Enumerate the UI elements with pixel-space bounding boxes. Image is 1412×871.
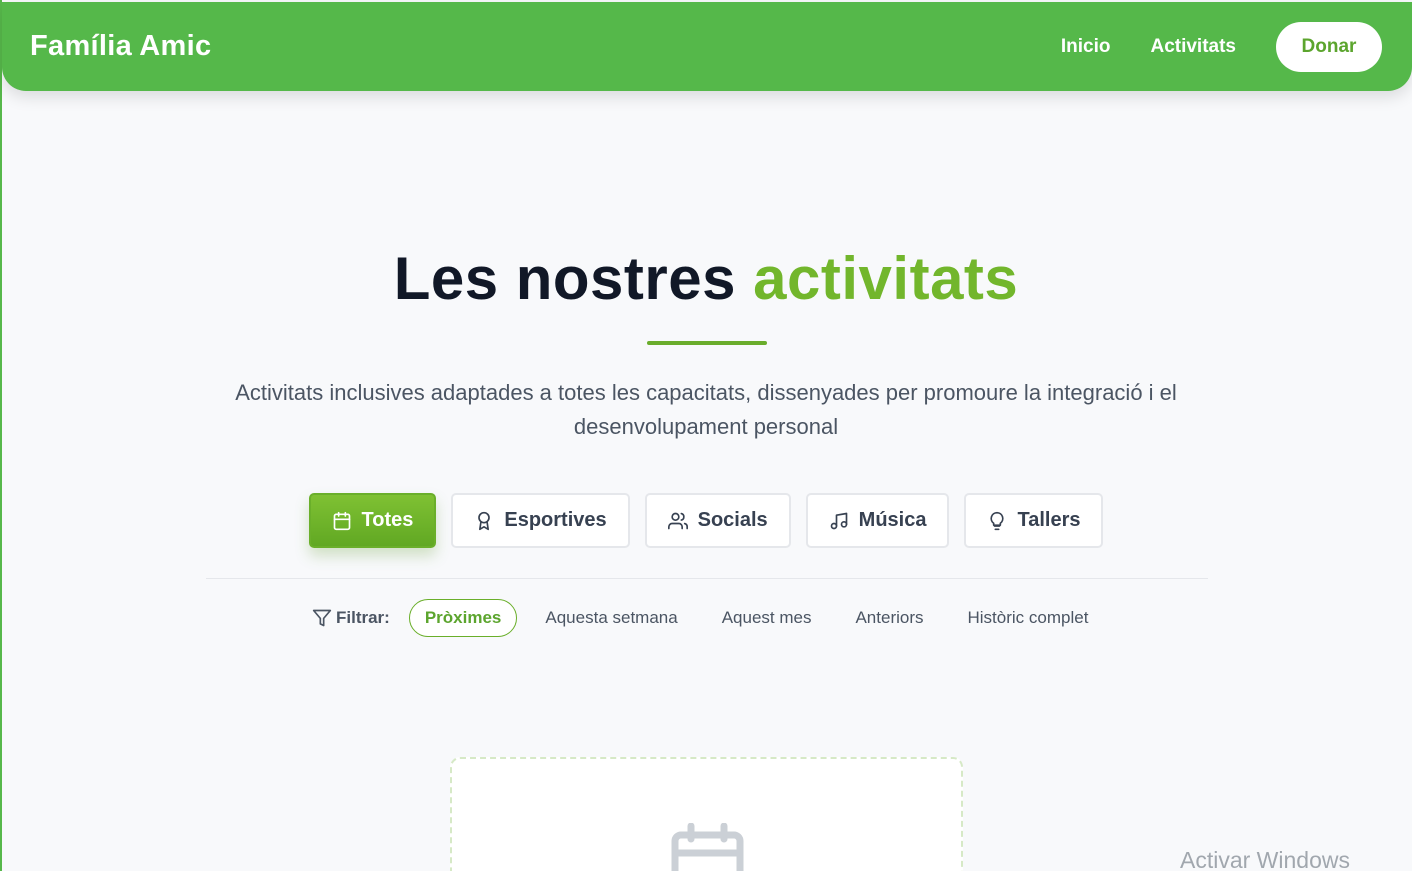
lightbulb-icon <box>990 511 1005 530</box>
category-tabs: Totes Esportives Socials Música Tallers <box>0 493 1412 548</box>
empty-state-card <box>450 757 963 871</box>
donate-button[interactable]: Donar <box>1276 21 1382 72</box>
category-tab-label: Socials <box>697 509 768 531</box>
nav-link-activitats[interactable]: Activitats <box>1150 36 1236 58</box>
award-icon <box>478 511 491 530</box>
filter-chip-aquest-mes[interactable]: Aquest mes <box>706 599 828 637</box>
calendar-icon <box>671 823 744 871</box>
category-tab-esportives[interactable]: Esportives <box>451 493 630 548</box>
category-tab-label: Tallers <box>1017 509 1081 531</box>
filter-chip-aquesta-setmana[interactable]: Aquesta setmana <box>529 599 693 637</box>
filter-label: Filtrar: <box>312 608 390 628</box>
filter-chip-proximes[interactable]: Pròximes <box>408 599 518 637</box>
time-filter-bar: Filtrar: Pròximes Aquesta setmana Aquest… <box>312 599 1116 637</box>
category-tab-label: Totes <box>361 509 414 531</box>
section-divider <box>206 578 1208 579</box>
top-navbar: Família Amic Inicio Activitats Donar <box>2 2 1412 91</box>
brand-logo[interactable]: Família Amic <box>30 30 211 63</box>
category-tab-totes[interactable]: Totes <box>308 493 437 548</box>
calendar-icon <box>333 511 350 530</box>
category-tab-socials[interactable]: Socials <box>644 493 791 548</box>
filter-chip-historic-complet[interactable]: Històric complet <box>952 599 1105 637</box>
filter-chip-anteriors[interactable]: Anteriors <box>839 599 939 637</box>
os-activation-watermark: Activar Windows <box>1180 847 1350 871</box>
page-title-main: Les nostres <box>393 245 736 312</box>
page-title-accent: activitats <box>753 245 1019 312</box>
nav-link-inicio[interactable]: Inicio <box>1061 36 1111 58</box>
window-edge <box>0 0 2 871</box>
category-tab-tallers[interactable]: Tallers <box>964 493 1104 548</box>
music-icon <box>830 512 848 529</box>
page-subtitle: Activitats inclusives adaptades a totes … <box>235 380 1177 439</box>
page-title: Les nostres activitats <box>0 244 1412 313</box>
category-tab-musica[interactable]: Música <box>805 493 950 548</box>
category-tab-label: Esportives <box>504 509 607 531</box>
filter-icon <box>312 609 332 627</box>
users-icon <box>667 512 688 529</box>
main-nav: Inicio Activitats Donar <box>1061 21 1382 72</box>
filter-label-text: Filtrar: <box>336 608 390 627</box>
category-tab-label: Música <box>858 509 927 531</box>
title-underline <box>647 341 767 345</box>
